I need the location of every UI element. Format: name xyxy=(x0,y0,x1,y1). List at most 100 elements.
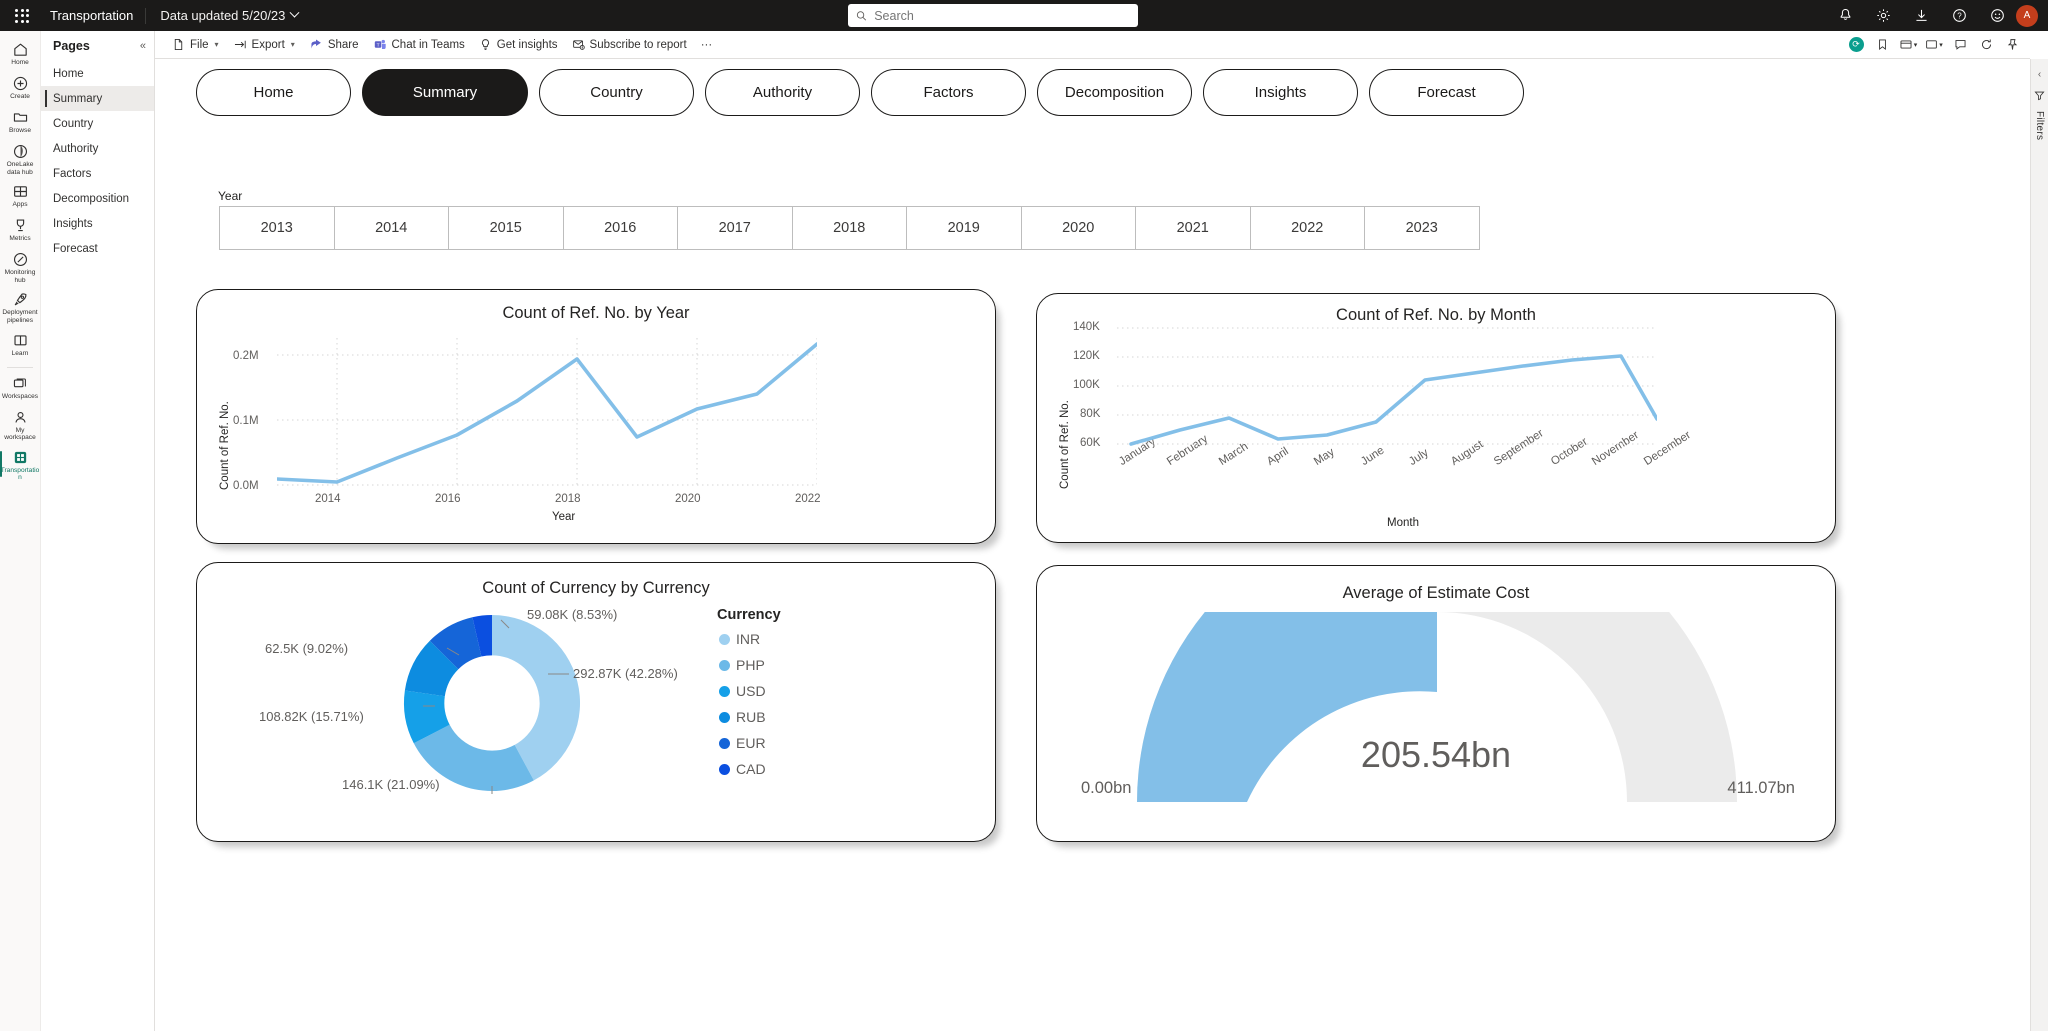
sidebar-item-deployment-pipelines[interactable]: Deployment pipelines xyxy=(0,287,41,327)
y-tick-label: 100K xyxy=(1073,379,1100,391)
sidebar-item-create[interactable]: Create xyxy=(0,71,41,105)
sidebar-item-my-workspace[interactable]: My workspace xyxy=(0,405,41,445)
legend-item-eur[interactable]: EUR xyxy=(719,735,766,751)
y-axis-title: Count of Ref. No. xyxy=(219,401,231,490)
year-option-2013[interactable]: 2013 xyxy=(219,206,335,250)
sidebar-item-onelake-data-hub[interactable]: OneLake data hub xyxy=(0,139,41,179)
data-updated-label[interactable]: Data updated 5/20/23 xyxy=(146,8,291,23)
more-options-button[interactable]: ··· xyxy=(694,34,720,56)
chat-in-teams-button[interactable]: T Chat in Teams xyxy=(366,34,472,56)
svg-text:T: T xyxy=(376,42,379,48)
chevron-left-icon[interactable]: ‹ xyxy=(2038,69,2041,80)
nav-tab-country[interactable]: Country xyxy=(539,69,694,116)
year-slicer: 2013 2014 2015 2016 2017 2018 2019 2020 … xyxy=(219,206,1480,250)
power-bi-report-window: Transportation Data updated 5/20/23 ? xyxy=(0,0,2048,1031)
top-bar-actions: ? A xyxy=(1826,0,2048,31)
page-item-insights[interactable]: Insights xyxy=(41,211,154,236)
bell-icon[interactable] xyxy=(1826,0,1864,31)
nav-tab-factors[interactable]: Factors xyxy=(871,69,1026,116)
get-insights-button[interactable]: Get insights xyxy=(472,34,565,56)
page-item-summary[interactable]: Summary xyxy=(41,86,154,111)
sidebar-item-learn[interactable]: Learn xyxy=(0,328,41,362)
sidebar-item-label: Browse xyxy=(9,127,31,134)
reset-icon[interactable] xyxy=(1974,34,1998,56)
year-option-2015[interactable]: 2015 xyxy=(448,206,564,250)
year-option-2022[interactable]: 2022 xyxy=(1249,206,1365,250)
filters-rail[interactable]: ‹ Filters xyxy=(2030,59,2048,1031)
sidebar-item-home[interactable]: Home xyxy=(0,37,41,71)
visual-count-currency-by-currency[interactable]: Count of Currency by Currency 59.08K (8.… xyxy=(196,562,996,842)
nav-tab-authority[interactable]: Authority xyxy=(705,69,860,116)
nav-tab-decomposition[interactable]: Decomposition xyxy=(1037,69,1192,116)
chevron-down-icon[interactable] xyxy=(289,7,300,18)
page-item-authority[interactable]: Authority xyxy=(41,136,154,161)
nav-tab-home[interactable]: Home xyxy=(196,69,351,116)
chevron-double-left-icon[interactable]: « xyxy=(140,40,146,52)
sidebar-item-transportation[interactable]: Transportation xyxy=(0,445,41,485)
folder-icon xyxy=(12,109,29,126)
page-item-forecast[interactable]: Forecast xyxy=(41,236,154,261)
year-option-2023[interactable]: 2023 xyxy=(1364,206,1480,250)
avatar[interactable]: A xyxy=(2016,4,2038,27)
sidebar-item-metrics[interactable]: Metrics xyxy=(0,213,41,247)
year-option-2021[interactable]: 2021 xyxy=(1135,206,1251,250)
sidebar-item-label: Learn xyxy=(11,349,29,357)
page-item-decomposition[interactable]: Decomposition xyxy=(41,186,154,211)
download-icon[interactable] xyxy=(1902,0,1940,31)
subscribe-button[interactable]: Subscribe to report xyxy=(565,34,694,56)
refresh-status-icon[interactable]: ⟳ xyxy=(1844,34,1868,56)
nav-tab-insights[interactable]: Insights xyxy=(1203,69,1358,116)
page-item-home[interactable]: Home xyxy=(41,61,154,86)
waffle-grid-icon[interactable] xyxy=(0,0,44,31)
legend-item-php[interactable]: PHP xyxy=(719,657,765,673)
visual-count-ref-no-by-month[interactable]: Count of Ref. No. by Month Count of Ref.… xyxy=(1036,293,1836,543)
workspaces-icon xyxy=(12,375,29,392)
file-menu-button[interactable]: File ▾ xyxy=(165,34,226,56)
legend-item-inr[interactable]: INR xyxy=(719,631,760,647)
donut-label-php: 146.1K (21.09%) xyxy=(342,777,440,792)
legend-item-cad[interactable]: CAD xyxy=(719,761,766,777)
nav-tab-summary[interactable]: Summary xyxy=(362,69,528,116)
sidebar-item-monitoring-hub[interactable]: Monitoring hub xyxy=(0,247,41,287)
workspace-active-icon xyxy=(12,449,29,466)
fullscreen-icon[interactable]: ▾ xyxy=(1922,34,1946,56)
donut-label-inr: 292.87K (42.28%) xyxy=(573,666,678,681)
brand-title[interactable]: Transportation xyxy=(44,8,145,23)
share-button[interactable]: Share xyxy=(302,34,366,56)
pin-icon[interactable] xyxy=(2000,34,2024,56)
page-item-factors[interactable]: Factors xyxy=(41,161,154,186)
pages-panel: Pages « Home Summary Country Authority F… xyxy=(41,31,155,1031)
sidebar-item-browse[interactable]: Browse xyxy=(0,105,41,139)
legend-item-usd[interactable]: USD xyxy=(719,683,766,699)
year-option-2014[interactable]: 2014 xyxy=(333,206,449,250)
year-option-2016[interactable]: 2016 xyxy=(562,206,678,250)
question-icon[interactable]: ? xyxy=(1940,0,1978,31)
sidebar-item-workspaces[interactable]: Workspaces xyxy=(0,371,41,405)
x-tick-label: 2018 xyxy=(555,493,581,505)
year-option-2018[interactable]: 2018 xyxy=(791,206,907,250)
global-search[interactable] xyxy=(848,4,1138,27)
legend-item-rub[interactable]: RUB xyxy=(719,709,766,725)
year-option-2019[interactable]: 2019 xyxy=(906,206,1022,250)
visual-count-ref-no-by-year[interactable]: Count of Ref. No. by Year Count of Ref. … xyxy=(196,289,996,544)
year-option-2020[interactable]: 2020 xyxy=(1020,206,1136,250)
bookmark-icon[interactable] xyxy=(1870,34,1894,56)
search-input[interactable] xyxy=(874,8,1130,23)
donut-chart xyxy=(403,615,581,794)
x-tick-label: 2016 xyxy=(435,493,461,505)
gear-icon[interactable] xyxy=(1864,0,1902,31)
sidebar-item-apps[interactable]: Apps xyxy=(0,179,41,213)
sidebar-item-label: Apps xyxy=(12,201,28,209)
book-icon xyxy=(12,332,29,349)
comment-icon[interactable] xyxy=(1948,34,1972,56)
smiley-icon[interactable] xyxy=(1978,0,2016,31)
y-axis-title: Count of Ref. No. xyxy=(1059,400,1071,489)
export-menu-button[interactable]: Export ▾ xyxy=(226,34,302,56)
year-option-2017[interactable]: 2017 xyxy=(677,206,793,250)
visual-average-of-estimate-cost[interactable]: Average of Estimate Cost 205.54bn 0.00bn… xyxy=(1036,565,1836,842)
sidebar-item-label: Metrics xyxy=(9,235,31,243)
page-item-country[interactable]: Country xyxy=(41,111,154,136)
share-label: Share xyxy=(327,38,359,51)
nav-tab-forecast[interactable]: Forecast xyxy=(1369,69,1524,116)
view-icon[interactable]: ▾ xyxy=(1896,34,1920,56)
